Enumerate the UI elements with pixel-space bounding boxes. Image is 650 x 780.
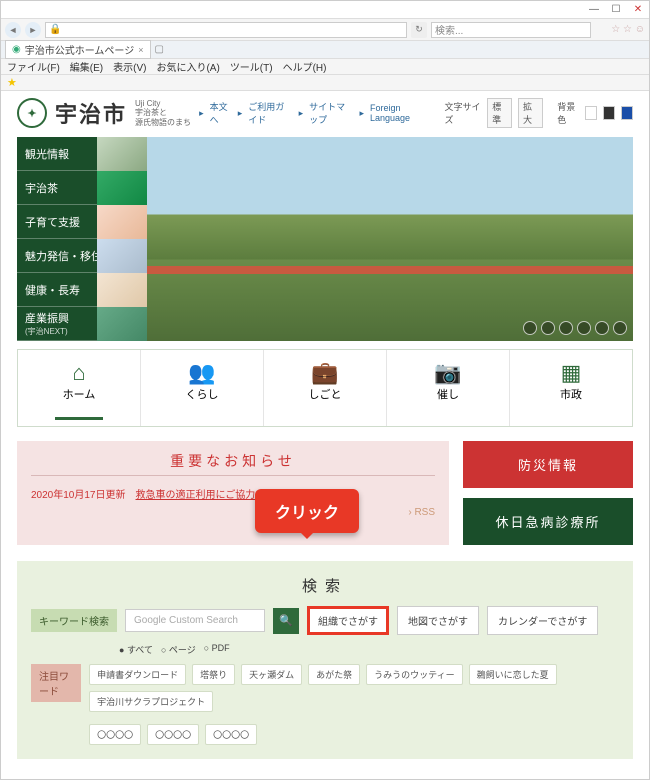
people-icon: 👥: [141, 360, 263, 384]
search-by-map-button[interactable]: 地図でさがす: [397, 606, 479, 635]
tab-living[interactable]: 👥くらし: [141, 350, 264, 426]
link-body[interactable]: 本文へ: [210, 100, 232, 126]
search-by-org-button[interactable]: 組織でさがす: [307, 606, 389, 635]
tab-close-icon[interactable]: ×: [138, 45, 143, 55]
hot-label: 注目ワード: [31, 664, 81, 702]
browser-search-input[interactable]: 検索...: [431, 22, 591, 38]
bg-color-label: 背景色: [557, 100, 579, 126]
city-name: 宇治市: [55, 97, 127, 129]
address-bar[interactable]: 🔒: [45, 22, 407, 38]
hot-tag[interactable]: 塔祭り: [192, 664, 235, 685]
tab-gov[interactable]: ▦市政: [510, 350, 632, 426]
hot-tag[interactable]: 天ヶ瀬ダム: [241, 664, 302, 685]
briefcase-icon: 💼: [264, 360, 386, 384]
sidebar-item-health[interactable]: 健康・長寿: [17, 273, 147, 307]
click-callout: クリック: [255, 489, 359, 533]
browser-tab[interactable]: ◉ 宇治市公式ホームページ ×: [5, 40, 151, 59]
sidebar-item-industry[interactable]: 産業振興(宇治NEXT): [17, 307, 147, 341]
hero-prev-icon[interactable]: [577, 321, 591, 335]
hot-tag[interactable]: 〇〇〇〇: [147, 724, 199, 745]
notice-title: 重要なお知らせ: [31, 451, 435, 476]
notice-link[interactable]: 救急車の適正利用にご協力を: [136, 486, 266, 501]
search-input[interactable]: Google Custom Search: [125, 609, 265, 632]
minimize-button[interactable]: —: [583, 2, 605, 18]
city-logo: ✦: [17, 98, 47, 128]
hot-tag[interactable]: 〇〇〇〇: [205, 724, 257, 745]
hot-tag[interactable]: 〇〇〇〇: [89, 724, 141, 745]
favorite-icon[interactable]: ★: [7, 76, 17, 89]
home-icon: ⌂: [18, 360, 140, 384]
hero-dot[interactable]: [523, 321, 537, 335]
font-size-large[interactable]: 拡大: [518, 98, 543, 128]
bg-black[interactable]: [603, 106, 615, 120]
holiday-clinic-button[interactable]: 休日急病診療所: [463, 498, 633, 545]
city-subtitle: Uji City 宇治茶と 源氏物語のまち: [135, 99, 191, 128]
hero-dot[interactable]: [541, 321, 555, 335]
link-guide[interactable]: ご利用ガイド: [248, 100, 292, 126]
notice-panel: 重要なお知らせ 2020年10月17日更新 救急車の適正利用にご協力を › RS…: [17, 441, 449, 545]
bg-white[interactable]: [585, 106, 597, 120]
camera-icon: 📷: [387, 360, 509, 384]
search-button[interactable]: 🔍: [273, 608, 299, 634]
hero-dot[interactable]: [559, 321, 573, 335]
bg-blue[interactable]: [621, 106, 633, 120]
search-by-calendar-button[interactable]: カレンダーでさがす: [487, 606, 598, 635]
search-icon: 🔍: [279, 614, 293, 627]
hot-tag[interactable]: 申請書ダウンロード: [89, 664, 186, 685]
keyword-label: キーワード検索: [31, 609, 117, 632]
new-tab-button[interactable]: ▢: [155, 44, 164, 55]
sidebar-item-childcare[interactable]: 子育て支援: [17, 205, 147, 239]
search-title: 検索: [31, 575, 619, 596]
tab-home[interactable]: ⌂ホーム: [18, 350, 141, 426]
maximize-button[interactable]: ☐: [605, 2, 627, 18]
hero-pause-icon[interactable]: [613, 321, 627, 335]
menu-tools[interactable]: ツール(T): [230, 59, 273, 74]
hot-tag[interactable]: 鵜飼いに恋した夏: [469, 664, 557, 685]
menu-help[interactable]: ヘルプ(H): [283, 59, 327, 74]
menu-view[interactable]: 表示(V): [113, 59, 146, 74]
hero-image: [147, 137, 633, 341]
refresh-button[interactable]: ↻: [411, 22, 427, 38]
tab-title: 宇治市公式ホームページ: [25, 42, 135, 57]
menu-file[interactable]: ファイル(F): [7, 59, 60, 74]
sidebar-item-tea[interactable]: 宇治茶: [17, 171, 147, 205]
font-size-label: 文字サイズ: [445, 100, 482, 126]
menu-favorites[interactable]: お気に入り(A): [156, 59, 219, 74]
hot-tag[interactable]: あがた祭: [308, 664, 360, 685]
close-button[interactable]: ✕: [627, 2, 649, 18]
back-button[interactable]: ◄: [5, 22, 21, 38]
notice-date: 2020年10月17日更新: [31, 486, 126, 501]
sidebar-item-tourism[interactable]: 観光情報: [17, 137, 147, 171]
menu-edit[interactable]: 編集(E): [70, 59, 103, 74]
font-size-standard[interactable]: 標準: [487, 98, 512, 128]
disaster-info-button[interactable]: 防災情報: [463, 441, 633, 488]
browser-controls-icon: ☆ ☆ ☺: [595, 24, 645, 35]
sidebar-item-migration[interactable]: 魅力発信・移住定住: [17, 239, 147, 273]
calendar-icon: ▦: [510, 360, 632, 384]
forward-button[interactable]: ►: [25, 22, 41, 38]
link-sitemap[interactable]: サイトマップ: [309, 100, 353, 126]
hero-next-icon[interactable]: [595, 321, 609, 335]
hot-tag[interactable]: うみうのウッティー: [366, 664, 462, 685]
link-language[interactable]: Foreign Language: [370, 103, 430, 123]
tab-work[interactable]: 💼しごと: [264, 350, 387, 426]
menu-bar: ファイル(F) 編集(E) 表示(V) お気に入り(A) ツール(T) ヘルプ(…: [1, 59, 649, 75]
tab-events[interactable]: 📷催し: [387, 350, 510, 426]
hot-tag[interactable]: 宇治川サクラプロジェクト: [89, 691, 213, 712]
rss-link[interactable]: › RSS: [31, 507, 435, 518]
